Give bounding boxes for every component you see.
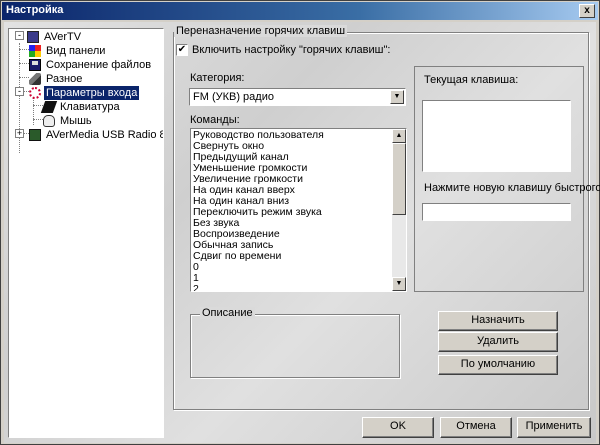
enable-hotkeys-checkbox[interactable]: ✔ bbox=[176, 44, 188, 56]
hotkey-group-title: Переназначение горячих клавиш bbox=[174, 25, 348, 37]
command-list-item[interactable]: 1 bbox=[191, 273, 406, 284]
tree-item-label: Клавиатура bbox=[60, 101, 120, 113]
new-key-label: Нажмите новую клавишу быстрого bbox=[424, 182, 600, 194]
palette-icon bbox=[29, 45, 41, 57]
keyboard-icon bbox=[40, 101, 58, 113]
tree-collapse-toggle[interactable]: - bbox=[15, 31, 24, 40]
command-list-item[interactable]: 2 bbox=[191, 284, 406, 292]
tv-icon bbox=[27, 31, 39, 43]
mouse-icon bbox=[43, 115, 55, 127]
category-label: Категория: bbox=[190, 72, 245, 84]
current-key-display bbox=[422, 100, 571, 172]
tree-item-label: Вид панели bbox=[46, 45, 106, 57]
settings-tree[interactable]: - AVerTV Вид панели Сохранение файлов Ра… bbox=[8, 28, 164, 438]
window-title: Настройка bbox=[6, 4, 64, 16]
commands-list[interactable]: Руководство пользователя Свернуть окно Пре… bbox=[190, 128, 407, 292]
delete-button[interactable]: Удалить bbox=[438, 332, 558, 352]
scroll-thumb[interactable] bbox=[392, 143, 406, 215]
tree-item-label: AVerTV bbox=[44, 31, 82, 43]
settings-window: Настройка x - AVerTV Вид панели Сохранен… bbox=[0, 0, 600, 445]
close-icon: x bbox=[584, 5, 590, 16]
default-button[interactable]: По умолчанию bbox=[438, 355, 558, 375]
category-value: FM (УКВ) радио bbox=[193, 91, 274, 103]
cancel-button[interactable]: Отмена bbox=[440, 417, 512, 438]
tree-item-label: AVerMedia USB Radio 810 bbox=[46, 129, 163, 141]
close-button[interactable]: x bbox=[579, 4, 595, 18]
description-label: Описание bbox=[200, 307, 255, 319]
tree-expand-toggle[interactable]: + bbox=[15, 129, 24, 138]
dialog-client-area: - AVerTV Вид панели Сохранение файлов Ра… bbox=[4, 22, 600, 443]
ok-button[interactable]: OK bbox=[362, 417, 434, 438]
description-box bbox=[190, 314, 400, 378]
scroll-up-arrow-icon[interactable]: ▲ bbox=[392, 129, 406, 143]
chevron-down-icon[interactable]: ▼ bbox=[390, 90, 404, 104]
tree-item-label: Мышь bbox=[60, 115, 92, 127]
title-bar: Настройка x bbox=[2, 2, 598, 20]
new-key-field[interactable] bbox=[422, 203, 571, 221]
scroll-down-arrow-icon[interactable]: ▼ bbox=[392, 277, 406, 291]
tree-item-label: Сохранение файлов bbox=[46, 59, 152, 71]
enable-hotkeys-label: Включить настройку "горячих клавиш": bbox=[192, 44, 391, 56]
radio-device-icon bbox=[29, 129, 41, 141]
command-list-item[interactable]: Сдвиг по времени bbox=[191, 251, 406, 262]
commands-scrollbar[interactable]: ▲ ▼ bbox=[392, 129, 406, 291]
tree-collapse-toggle[interactable]: - bbox=[15, 87, 24, 96]
wrench-icon bbox=[29, 73, 41, 85]
tree-item-label: Разное bbox=[46, 73, 83, 85]
floppy-icon bbox=[29, 59, 41, 71]
command-list-item[interactable]: 0 bbox=[191, 262, 406, 273]
current-key-label: Текущая клавиша: bbox=[424, 74, 519, 86]
commands-label: Команды: bbox=[190, 114, 240, 126]
tree-item-label: Параметры входа bbox=[44, 86, 140, 100]
assign-button[interactable]: Назначить bbox=[438, 311, 558, 331]
category-select[interactable]: FM (УКВ) радио ▼ bbox=[189, 88, 406, 106]
apply-button[interactable]: Применить bbox=[517, 417, 591, 438]
input-params-icon bbox=[29, 87, 41, 99]
